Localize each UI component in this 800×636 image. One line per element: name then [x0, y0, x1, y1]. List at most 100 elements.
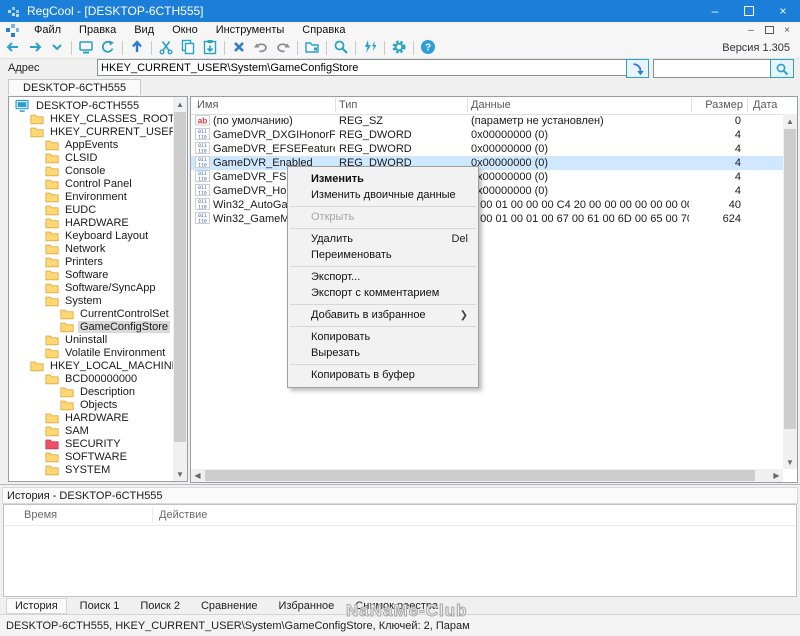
go-button[interactable]	[626, 59, 649, 78]
scrollbar-thumb[interactable]	[174, 112, 186, 442]
tab-desktop-6cth555[interactable]: DESKTOP-6CTH555	[8, 79, 142, 95]
delete-button[interactable]	[228, 39, 250, 57]
tree-item-sam[interactable]: SAM	[9, 424, 172, 437]
tree-item-hkey-classes-root[interactable]: HKEY_CLASSES_ROOT	[9, 112, 175, 125]
scroll-up-icon[interactable]: ▲	[783, 114, 797, 128]
bottom-tab-сравнение[interactable]: Сравнение	[193, 599, 266, 613]
tree-item-uninstall[interactable]: Uninstall	[9, 333, 172, 346]
tree-item-hardware[interactable]: HARDWARE	[9, 216, 172, 229]
scrollbar-thumb[interactable]	[784, 129, 796, 429]
context-menu-item-добавить-в-избранное[interactable]: Добавить в избранное ❯	[288, 307, 478, 323]
arrow-up-button[interactable]	[126, 39, 148, 57]
context-menu-item-изменить[interactable]: Изменить	[288, 171, 478, 187]
tree-item-description[interactable]: Description	[9, 385, 172, 398]
menu-файл[interactable]: Файл	[25, 24, 70, 36]
value-row[interactable]: 011110GameDVR_EFSEFeatureFlagsREG_DWORD0…	[191, 142, 783, 156]
value-row[interactable]: 011110Win32_GameModel1 00 01 00 01 00 67…	[191, 212, 783, 226]
menu-окно[interactable]: Окно	[163, 24, 207, 36]
column-header-данные[interactable]: Данные	[471, 99, 511, 111]
tree-item-clsid[interactable]: CLSID	[9, 151, 172, 164]
refresh-button[interactable]	[97, 39, 119, 57]
quick-search-button[interactable]	[770, 59, 794, 78]
address-input[interactable]	[97, 59, 628, 76]
menu-вид[interactable]: Вид	[125, 24, 163, 36]
scroll-up-icon[interactable]: ▲	[173, 97, 187, 111]
bottom-tab-история[interactable]: История	[6, 598, 67, 614]
help-button[interactable]: ?	[417, 39, 439, 57]
tree-item-network[interactable]: Network	[9, 242, 172, 255]
tree-item-volatile-environment[interactable]: Volatile Environment	[9, 346, 172, 359]
tree-item-eudc[interactable]: EUDC	[9, 203, 172, 216]
bottom-tab-поиск-1[interactable]: Поиск 1	[72, 599, 128, 613]
tree-item-bcd00000000[interactable]: BCD00000000	[9, 372, 172, 385]
value-row[interactable]: 011110Win32_AutoGameM2 00 01 00 00 00 C4…	[191, 198, 783, 212]
scroll-left-icon[interactable]: ◀	[191, 469, 204, 482]
tree-item-environment[interactable]: Environment	[9, 190, 172, 203]
tree-item-control-panel[interactable]: Control Panel	[9, 177, 172, 190]
tree-item-software[interactable]: SOFTWARE	[9, 450, 172, 463]
menu-справка[interactable]: Справка	[293, 24, 354, 36]
forward-button[interactable]	[24, 39, 46, 57]
tree-item-software[interactable]: Software	[9, 268, 172, 281]
column-header-размер[interactable]: Размер	[661, 99, 743, 111]
context-menu-item-копировать-в-буфер[interactable]: Копировать в буфер	[288, 367, 478, 383]
tree-item-appevents[interactable]: AppEvents	[9, 138, 172, 151]
tree-item-keyboard-layout[interactable]: Keyboard Layout	[9, 229, 172, 242]
list-horizontal-scrollbar[interactable]: ◀ ▶	[191, 469, 783, 482]
chevron-down-button[interactable]	[46, 39, 68, 57]
scrollbar-thumb[interactable]	[205, 470, 755, 481]
tree-item-software-syncapp[interactable]: Software/SyncApp	[9, 281, 172, 294]
scroll-down-icon[interactable]: ▼	[783, 455, 797, 469]
context-menu-item-экспорт-с-комментарием[interactable]: Экспорт с комментарием	[288, 285, 478, 301]
history-column-action[interactable]: Действие	[159, 509, 207, 521]
value-row[interactable]: 011110GameDVR_DXGIHonorFSEWind...REG_DWO…	[191, 128, 783, 142]
tree-item-hkey-local-machine[interactable]: HKEY_LOCAL_MACHINE	[9, 359, 179, 372]
context-menu-item-вырезать[interactable]: Вырезать	[288, 345, 478, 361]
filter-input[interactable]	[653, 59, 771, 78]
context-menu-item-копировать[interactable]: Копировать	[288, 329, 478, 345]
scroll-down-icon[interactable]: ▼	[173, 467, 187, 481]
tree-item-security[interactable]: SECURITY	[9, 437, 172, 450]
new-key-button[interactable]	[301, 39, 323, 57]
tree-item-console[interactable]: Console	[9, 164, 172, 177]
tree-item-gameconfigstore[interactable]: GameConfigStore	[9, 320, 172, 333]
gear-button[interactable]	[388, 39, 410, 57]
tree-item-desktop-6cth555[interactable]: DESKTOP-6CTH555	[9, 99, 172, 112]
tree-item-hkey-current-user[interactable]: HKEY_CURRENT_USER	[9, 125, 177, 138]
context-menu-item-переименовать[interactable]: Переименовать	[288, 247, 478, 263]
redo-button[interactable]	[272, 39, 294, 57]
scroll-right-icon[interactable]: ▶	[770, 469, 783, 482]
column-header-дата[interactable]: Дата	[753, 99, 777, 111]
back-button[interactable]	[2, 39, 24, 57]
search-button[interactable]	[330, 39, 352, 57]
tree-item-objects[interactable]: Objects	[9, 398, 172, 411]
tree-vertical-scrollbar[interactable]: ▲ ▼	[173, 97, 187, 481]
maximize-button[interactable]	[732, 0, 766, 22]
tree-item-hardware[interactable]: HARDWARE	[9, 411, 172, 424]
tree-item-printers[interactable]: Printers	[9, 255, 172, 268]
context-menu-item-изменить-двоичные-данные[interactable]: Изменить двоичные данные	[288, 187, 478, 203]
mdi-minimize-button[interactable]: –	[742, 25, 760, 36]
column-header-тип[interactable]: Тип	[339, 99, 357, 111]
mdi-close-button[interactable]: ×	[778, 25, 796, 36]
column-separator[interactable]	[335, 98, 336, 112]
tree-item-currentcontrolset[interactable]: CurrentControlSet	[9, 307, 172, 320]
menu-инструменты[interactable]: Инструменты	[207, 24, 294, 36]
computer-button[interactable]	[75, 39, 97, 57]
menu-правка[interactable]: Правка	[70, 24, 125, 36]
context-menu-item-экспорт-[interactable]: Экспорт...	[288, 269, 478, 285]
tree-item-system[interactable]: System	[9, 294, 172, 307]
column-separator[interactable]	[747, 98, 748, 112]
value-row[interactable]: 011 110 GameDVR_HonorUs 0x00000000 (0) 4	[191, 184, 783, 198]
copy-button[interactable]	[177, 39, 199, 57]
bottom-tab-избранное[interactable]: Избранное	[271, 599, 343, 613]
bottom-tab-поиск-2[interactable]: Поиск 2	[132, 599, 188, 613]
value-row[interactable]: 011 110 GameDVR_Enabled REG_DWORD 0x00000000…	[191, 156, 783, 170]
tree-item-system[interactable]: SYSTEM	[9, 463, 172, 476]
column-separator[interactable]	[467, 98, 468, 112]
value-row[interactable]: ab (по умолчанию) REG_SZ (параметр не устан…	[191, 114, 783, 128]
close-button[interactable]: ×	[766, 0, 800, 22]
cut-button[interactable]	[155, 39, 177, 57]
paste-button[interactable]	[199, 39, 221, 57]
context-menu-item-удалить[interactable]: Удалить Del	[288, 231, 478, 247]
